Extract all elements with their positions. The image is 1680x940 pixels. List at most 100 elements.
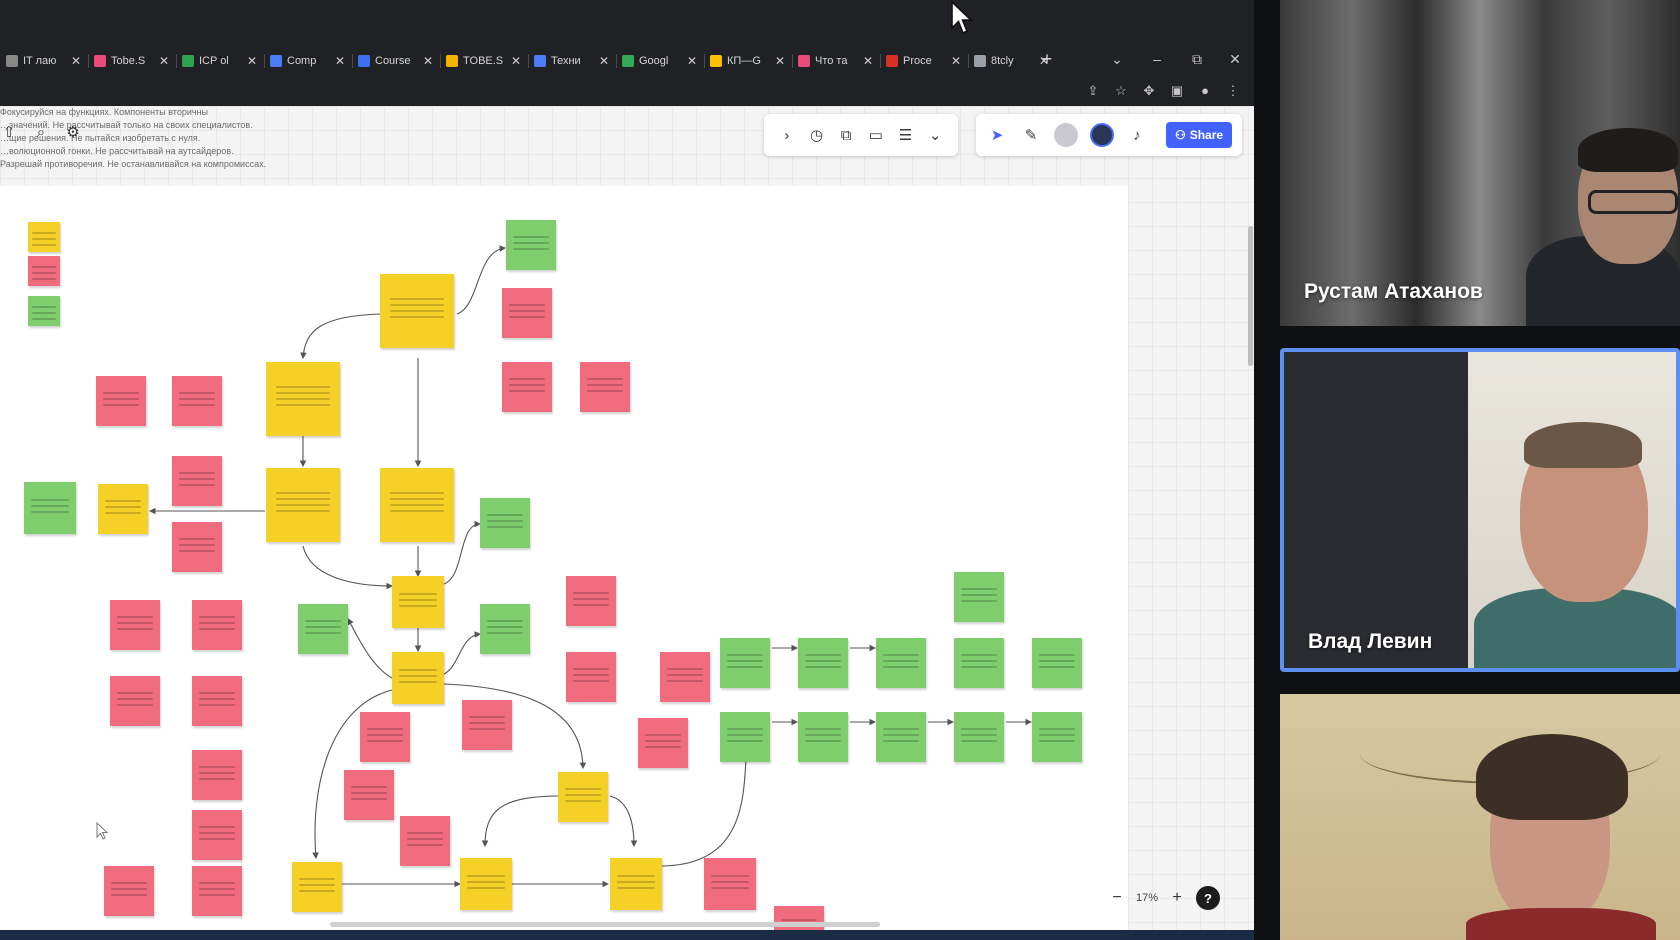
sticky-note-text [727, 654, 763, 656]
zoom-out-button[interactable]: − [1108, 889, 1126, 907]
sticky-note-red[interactable] [580, 362, 630, 412]
minimize-button[interactable]: – [1146, 48, 1168, 70]
sticky-note-green[interactable] [954, 712, 1004, 762]
close-icon[interactable]: ✕ [246, 54, 258, 68]
sticky-note-red[interactable] [344, 770, 394, 820]
sticky-note-red[interactable] [172, 456, 222, 506]
sticky-note-green[interactable] [506, 220, 556, 270]
video-tile[interactable]: Рустам Атаханов [1280, 0, 1680, 326]
video-tile-active-speaker[interactable]: Влад Левин [1280, 348, 1680, 672]
browser-tab[interactable]: Что та ✕ [792, 42, 880, 80]
sticky-note-text [573, 680, 609, 682]
sticky-note-red[interactable] [192, 810, 242, 860]
help-button[interactable]: ? [1196, 886, 1221, 910]
sticky-note-red[interactable] [110, 676, 160, 726]
sticky-note-red[interactable] [172, 522, 222, 572]
sticky-note-red[interactable] [192, 866, 242, 916]
browser-tab[interactable]: Техни ✕ [528, 42, 616, 80]
sticky-note-green[interactable] [480, 498, 530, 548]
sticky-note-yellow[interactable] [292, 862, 342, 912]
sticky-note-green[interactable] [798, 712, 848, 762]
browser-tab[interactable]: Googl ✕ [616, 42, 704, 80]
sticky-note-red[interactable] [172, 376, 222, 426]
close-icon[interactable]: ✕ [334, 54, 346, 68]
sticky-note-red[interactable] [502, 362, 552, 412]
close-icon[interactable]: ✕ [862, 54, 874, 68]
close-window-button[interactable]: ✕ [1224, 48, 1246, 70]
sticky-note-red[interactable] [110, 600, 160, 650]
browser-tab[interactable]: КП—G ✕ [704, 42, 792, 80]
tab-search-icon[interactable]: ⌄ [1106, 48, 1128, 70]
horizontal-scrollbar[interactable] [330, 922, 880, 927]
close-icon[interactable]: ✕ [774, 54, 786, 68]
sticky-note-red[interactable] [28, 256, 60, 286]
sticky-note-text [469, 722, 505, 724]
new-tab-button[interactable]: + [1036, 48, 1058, 70]
sticky-note-green[interactable] [298, 604, 348, 654]
browser-tab[interactable]: Course ✕ [352, 42, 440, 80]
sticky-note-red[interactable] [566, 576, 616, 626]
sticky-note-green[interactable] [720, 638, 770, 688]
close-icon[interactable]: ✕ [510, 54, 522, 68]
sticky-note-green[interactable] [954, 572, 1004, 622]
sticky-note-green[interactable] [24, 482, 76, 534]
close-icon[interactable]: ✕ [70, 54, 82, 68]
vertical-scrollbar[interactable] [1248, 226, 1253, 366]
sticky-note-green[interactable] [480, 604, 530, 654]
browser-tab[interactable]: Comp ✕ [264, 42, 352, 80]
sticky-note-yellow[interactable] [392, 652, 444, 704]
video-tile[interactable] [1280, 694, 1680, 940]
sticky-note-green[interactable] [798, 638, 848, 688]
sticky-note-yellow[interactable] [392, 576, 444, 628]
extensions-icon[interactable]: ✥ [1140, 82, 1158, 100]
sticky-note-red[interactable] [400, 816, 450, 866]
sticky-note-yellow[interactable] [266, 362, 340, 436]
miro-board[interactable]: Фокусируйся на функциях. Компоненты втор… [0, 106, 1254, 930]
restore-button[interactable]: ⧉ [1186, 48, 1208, 70]
sticky-note-yellow[interactable] [610, 858, 662, 910]
sticky-note-yellow[interactable] [558, 772, 608, 822]
sidebar-icon[interactable]: ▣ [1168, 82, 1186, 100]
sticky-note-yellow[interactable] [266, 468, 340, 542]
sticky-note-red[interactable] [360, 712, 410, 762]
close-icon[interactable]: ✕ [158, 54, 170, 68]
sticky-note-red[interactable] [704, 858, 756, 910]
sticky-note-red[interactable] [566, 652, 616, 702]
sticky-note-red[interactable] [192, 750, 242, 800]
browser-tab[interactable]: TOBE.S ✕ [440, 42, 528, 80]
sticky-note-yellow[interactable] [460, 858, 512, 910]
star-icon[interactable]: ☆ [1112, 82, 1130, 100]
sticky-note-text [573, 668, 609, 670]
sticky-note-green[interactable] [1032, 638, 1082, 688]
sticky-note-red[interactable] [192, 600, 242, 650]
sticky-note-red[interactable] [96, 376, 146, 426]
browser-tab[interactable]: ICP ol ✕ [176, 42, 264, 80]
browser-tab[interactable]: Tobe.S ✕ [88, 42, 176, 80]
browser-tab[interactable]: IT лаю ✕ [0, 42, 88, 80]
sticky-note-yellow[interactable] [380, 468, 454, 542]
browser-tab[interactable]: Proce ✕ [880, 42, 968, 80]
sticky-note-yellow[interactable] [380, 274, 454, 348]
sticky-note-green[interactable] [876, 638, 926, 688]
close-icon[interactable]: ✕ [950, 54, 962, 68]
close-icon[interactable]: ✕ [422, 54, 434, 68]
sticky-note-red[interactable] [192, 676, 242, 726]
menu-icon[interactable]: ⋮ [1224, 82, 1242, 100]
close-icon[interactable]: ✕ [686, 54, 698, 68]
sticky-note-green[interactable] [28, 296, 60, 326]
sticky-note-green[interactable] [954, 638, 1004, 688]
sticky-note-green[interactable] [1032, 712, 1082, 762]
zoom-in-button[interactable]: + [1168, 889, 1186, 907]
profile-icon[interactable]: ● [1196, 82, 1214, 100]
close-icon[interactable]: ✕ [598, 54, 610, 68]
sticky-note-red[interactable] [462, 700, 512, 750]
sticky-note-yellow[interactable] [28, 222, 60, 252]
sticky-note-red[interactable] [660, 652, 710, 702]
sticky-note-green[interactable] [876, 712, 926, 762]
sticky-note-red[interactable] [502, 288, 552, 338]
sticky-note-green[interactable] [720, 712, 770, 762]
share-icon[interactable]: ⇪ [1084, 82, 1102, 100]
sticky-note-red[interactable] [638, 718, 688, 768]
sticky-note-yellow[interactable] [98, 484, 148, 534]
sticky-note-red[interactable] [104, 866, 154, 916]
